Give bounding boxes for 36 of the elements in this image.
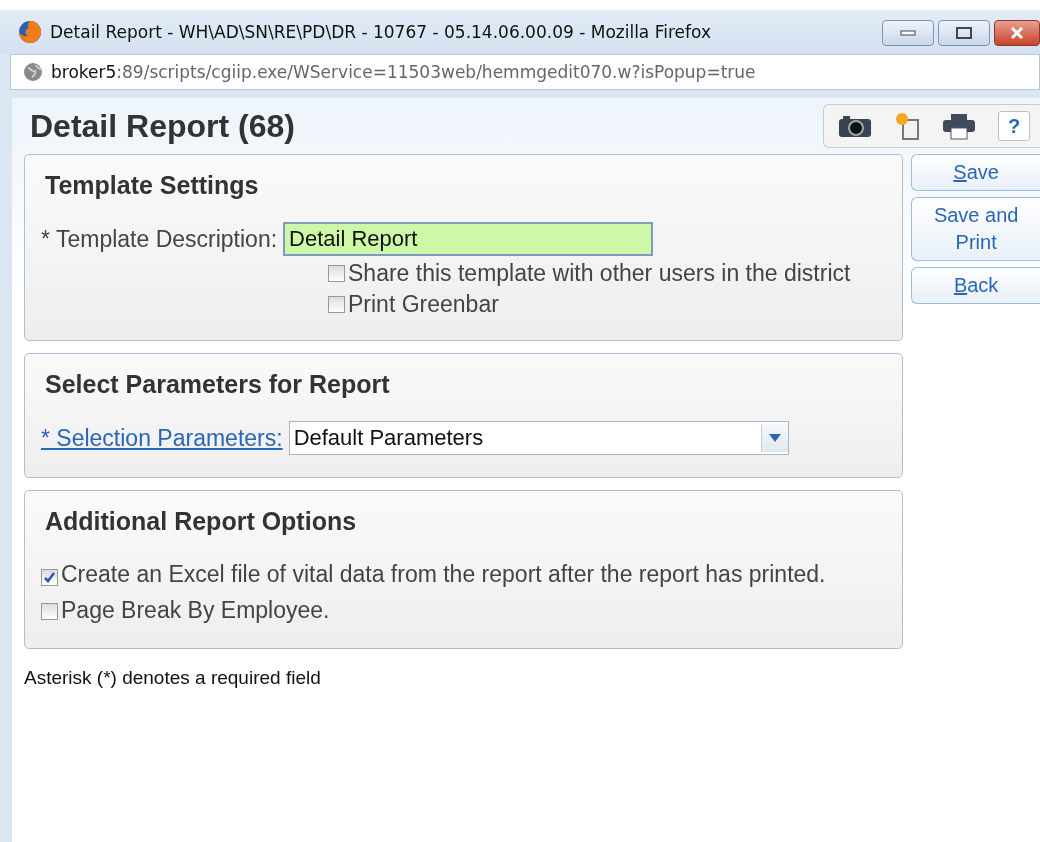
template-description-field[interactable]: Detail Report <box>283 222 654 256</box>
checkbox-label: Share this template with other users in the district <box>348 260 851 287</box>
help-button[interactable]: ? <box>998 111 1030 141</box>
new-document-icon[interactable] <box>894 111 920 141</box>
close-button[interactable] <box>994 20 1040 46</box>
printer-icon[interactable] <box>942 112 976 140</box>
section-title: Template Settings <box>45 171 260 200</box>
url-host: broker5 <box>51 62 117 82</box>
action-button[interactable]: Save and Print <box>911 197 1040 261</box>
maximize-button[interactable] <box>938 20 990 46</box>
address-bar[interactable]: broker5:89/scripts/cgiip.exe/WService=11503web/hemmgedit070.w?isPopup=true <box>10 54 1040 90</box>
parameters-dropdown[interactable]: Default Parameters <box>288 421 789 455</box>
checkbox-label: Create an Excel file of vital data from the report after the report has printed. <box>61 561 826 587</box>
field-label: * Template Description: <box>41 225 278 253</box>
checkbox-label: Page Break By Employee. <box>61 597 330 623</box>
action-button[interactable]: Save <box>911 154 1040 191</box>
close-icon <box>1010 27 1024 39</box>
required-field-note: Asterisk (*) denotes a required field <box>24 667 322 689</box>
page-title: Detail Report (68) <box>30 107 295 145</box>
checkbox-label: Print Greenbar <box>348 291 499 318</box>
checkbox[interactable] <box>41 569 58 586</box>
url-path: :89/scripts/cgiip.exe/WService=11503web/hemmgedit070.w?isPopup=true <box>116 62 756 82</box>
globe-icon <box>23 62 43 82</box>
selection-parameters-link[interactable]: * Selection Parameters: <box>41 424 283 452</box>
checkbox[interactable] <box>328 265 345 282</box>
action-button[interactable]: Back <box>911 267 1040 304</box>
minimize-icon <box>900 30 916 36</box>
window-title: Detail Report - WH\AD\SN\RE\PD\DR - 10767 - 05.14.06.00.09 - Mozilla Firefox <box>50 22 712 42</box>
checkbox[interactable] <box>41 603 58 620</box>
section-title: Select Parameters for Report <box>45 370 391 399</box>
section-title: Additional Report Options <box>45 507 358 536</box>
dropdown-arrow-icon <box>768 434 781 442</box>
checkbox[interactable] <box>328 296 345 313</box>
browser-logo-icon <box>18 20 42 44</box>
camera-icon[interactable] <box>838 114 872 138</box>
maximize-icon <box>956 27 972 39</box>
